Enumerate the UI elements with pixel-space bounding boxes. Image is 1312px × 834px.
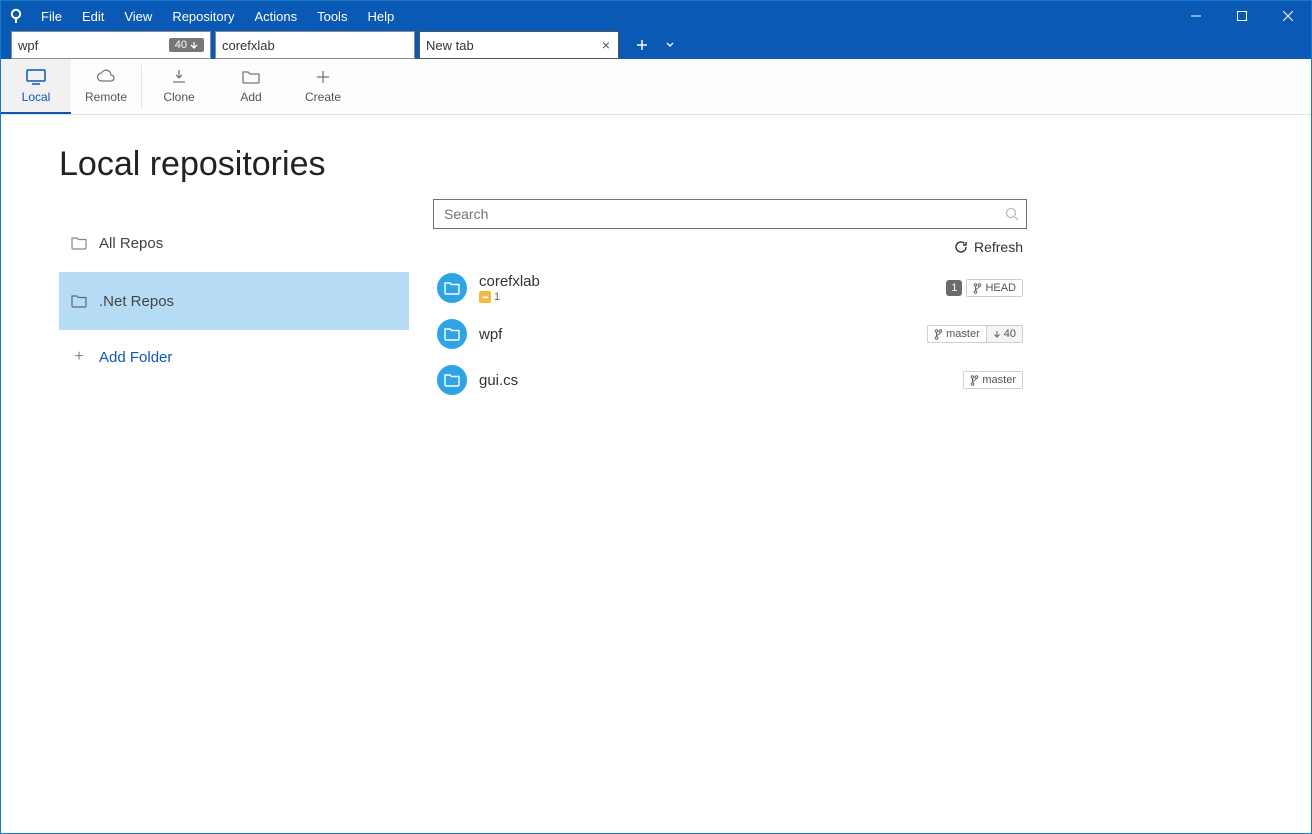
repo-badges: master: [963, 371, 1023, 389]
minimize-button[interactable]: [1173, 1, 1219, 31]
add-folder-button[interactable]: + Add Folder: [59, 330, 409, 384]
new-tab-button[interactable]: [629, 32, 655, 58]
plus-icon: +: [71, 348, 87, 366]
tab-actions: [623, 31, 683, 59]
repo-substatus: ••• 1: [479, 291, 934, 303]
folder-icon: [71, 294, 87, 308]
sidebar: Local repositories All Repos .Net Repos …: [59, 145, 409, 833]
branch-chip[interactable]: master: [963, 371, 1023, 389]
download-icon: [170, 67, 188, 87]
monitor-icon: [25, 67, 47, 87]
toolbar-create-button[interactable]: Create: [286, 59, 360, 114]
refresh-icon: [954, 240, 968, 254]
folder-open-icon: [241, 67, 261, 87]
tab-dropdown-button[interactable]: [657, 32, 683, 58]
folder-avatar-icon: [437, 273, 467, 303]
add-folder-label: Add Folder: [99, 349, 172, 366]
change-count-badge: 1: [946, 280, 962, 296]
tab-corefxlab[interactable]: corefxlab: [215, 31, 415, 59]
folder-list: All Repos .Net Repos + Add Folder: [59, 214, 409, 384]
tab-label: corefxlab: [222, 38, 275, 53]
cloud-icon: [95, 67, 117, 87]
folder-avatar-icon: [437, 365, 467, 395]
repo-row-corefxlab[interactable]: corefxlab ••• 1 1 HEAD: [433, 265, 1027, 311]
toolbar-remote-button[interactable]: Remote: [71, 59, 141, 114]
branch-chip[interactable]: HEAD: [966, 279, 1023, 297]
main-content: Local repositories All Repos .Net Repos …: [1, 115, 1311, 833]
menu-repository[interactable]: Repository: [162, 3, 244, 30]
folder-avatar-icon: [437, 319, 467, 349]
menu-help[interactable]: Help: [357, 3, 404, 30]
tab-strip: wpf 40 corefxlab New tab ×: [1, 31, 1311, 59]
stash-icon: •••: [479, 291, 491, 303]
toolbar-clone-button[interactable]: Clone: [142, 59, 216, 114]
menu-file[interactable]: File: [31, 3, 72, 30]
menu-view[interactable]: View: [114, 3, 162, 30]
menu-tools[interactable]: Tools: [307, 3, 357, 30]
refresh-button[interactable]: Refresh: [433, 229, 1027, 265]
repo-row-wpf[interactable]: wpf master 40: [433, 311, 1027, 357]
maximize-button[interactable]: [1219, 1, 1265, 31]
repo-name: corefxlab: [479, 273, 934, 290]
app-logo-icon: [1, 1, 31, 31]
branch-icon: [934, 329, 943, 340]
sidebar-item-label: All Repos: [99, 235, 163, 252]
search-icon: [1005, 207, 1019, 221]
tab-label: New tab: [426, 38, 474, 53]
window-controls: [1173, 1, 1311, 31]
repo-row-guics[interactable]: gui.cs master: [433, 357, 1027, 403]
close-button[interactable]: [1265, 1, 1311, 31]
menu-actions[interactable]: Actions: [244, 3, 307, 30]
refresh-label: Refresh: [974, 239, 1023, 255]
tab-close-icon[interactable]: ×: [600, 37, 612, 53]
folder-icon: [71, 236, 87, 250]
repo-list: corefxlab ••• 1 1 HEAD wpf: [433, 265, 1027, 403]
repo-info: gui.cs: [479, 372, 951, 389]
toolbar: Local Remote Clone Add Create: [1, 59, 1311, 115]
search-wrap: [433, 199, 1027, 229]
tab-new[interactable]: New tab ×: [419, 31, 619, 59]
main-menu: File Edit View Repository Actions Tools …: [31, 3, 1173, 30]
repo-badges: master 40: [927, 325, 1023, 343]
sidebar-item-all-repos[interactable]: All Repos: [59, 214, 409, 272]
repo-info: wpf: [479, 326, 915, 343]
search-input[interactable]: [433, 199, 1027, 229]
menu-edit[interactable]: Edit: [72, 3, 114, 30]
tab-wpf[interactable]: wpf 40: [11, 31, 211, 59]
arrow-down-icon: [190, 41, 198, 49]
repo-name: wpf: [479, 326, 915, 343]
sidebar-item-net-repos[interactable]: .Net Repos: [59, 272, 409, 330]
branch-icon: [970, 375, 979, 386]
title-bar: File Edit View Repository Actions Tools …: [1, 1, 1311, 31]
branch-icon: [973, 283, 982, 294]
page-title: Local repositories: [59, 145, 409, 184]
plus-icon: [315, 67, 331, 87]
arrow-down-icon: [993, 330, 1001, 339]
tab-badge: 40: [169, 38, 204, 52]
sidebar-item-label: .Net Repos: [99, 293, 174, 310]
tab-label: wpf: [18, 38, 38, 53]
repo-info: corefxlab ••• 1: [479, 273, 934, 303]
branch-chip[interactable]: master 40: [927, 325, 1023, 343]
toolbar-add-button[interactable]: Add: [216, 59, 286, 114]
repo-panel: Refresh corefxlab ••• 1 1 HEAD: [433, 145, 1311, 833]
repo-name: gui.cs: [479, 372, 951, 389]
repo-badges: 1 HEAD: [946, 279, 1023, 297]
toolbar-local-button[interactable]: Local: [1, 59, 71, 114]
